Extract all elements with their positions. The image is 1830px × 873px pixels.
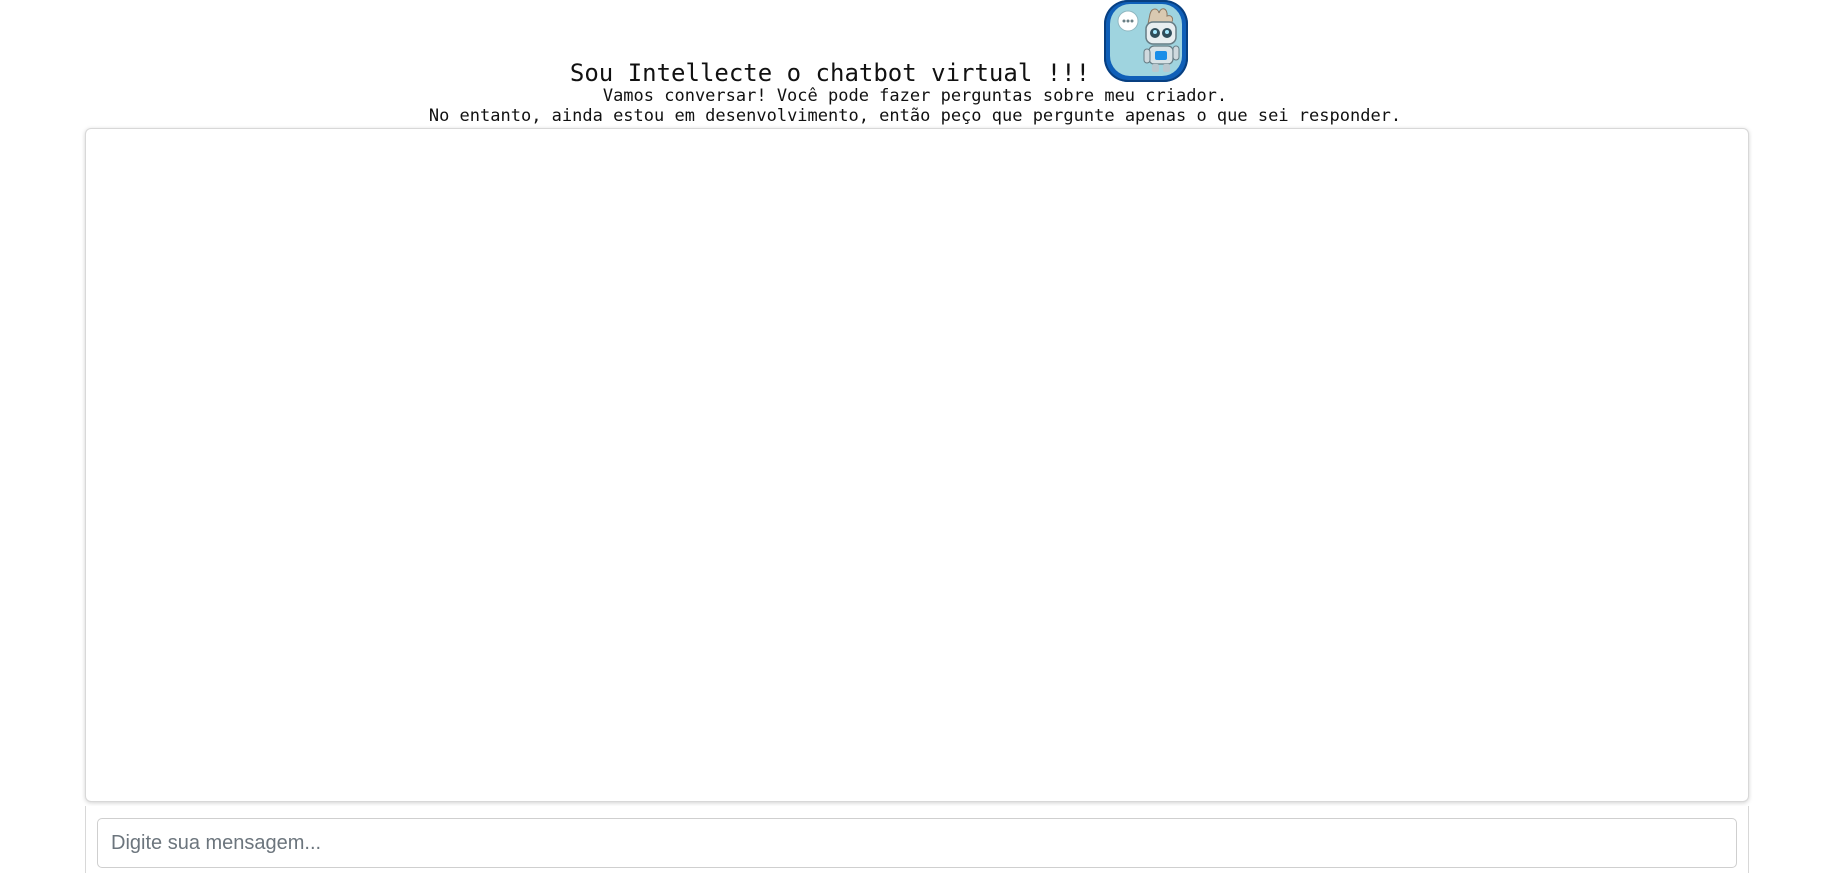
- subtitle-line-2: No entanto, ainda estou em desenvolvimen…: [428, 106, 1402, 126]
- robot-avatar-image: [1110, 4, 1182, 76]
- page-title: Sou Intellecte o chatbot virtual !!!: [569, 59, 1091, 87]
- subtitle-line-1: Vamos conversar! Você pode fazer pergunt…: [602, 86, 1228, 106]
- title-row: Sou Intellecte o chatbot virtual !!!: [0, 0, 1830, 90]
- robot-illustration: [1117, 8, 1180, 72]
- chat-header: Sou Intellecte o chatbot virtual !!! Vam…: [0, 0, 1830, 128]
- message-composer: [85, 806, 1749, 873]
- robot-avatar-icon: [1104, 0, 1188, 82]
- message-input[interactable]: [97, 818, 1737, 868]
- chat-messages-panel[interactable]: [85, 128, 1749, 802]
